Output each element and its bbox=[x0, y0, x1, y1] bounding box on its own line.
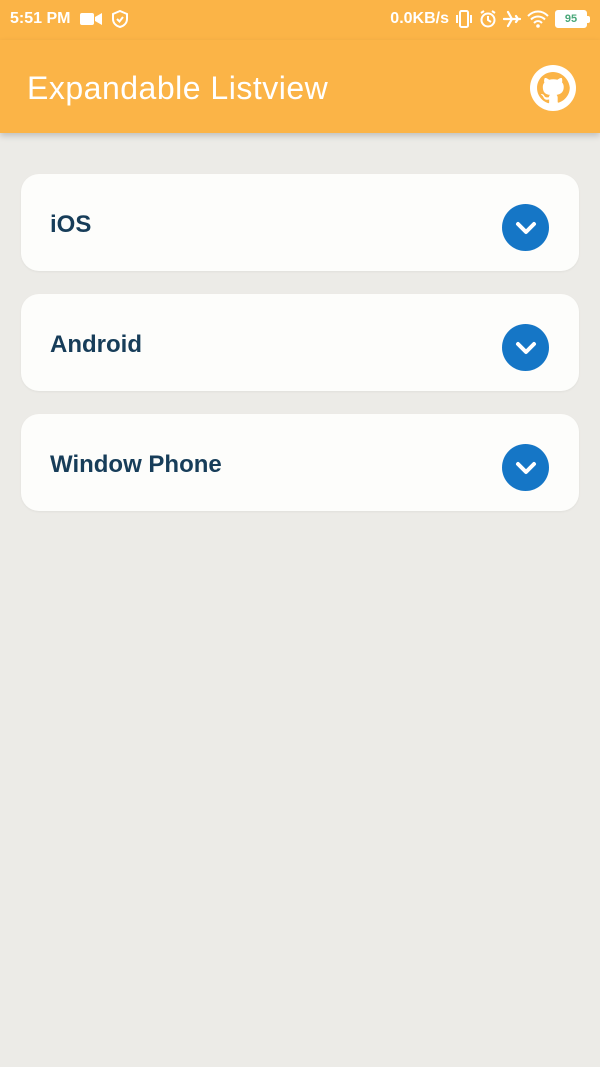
network-speed: 0.0KB/s bbox=[390, 10, 449, 27]
list-item-ios[interactable]: iOS bbox=[21, 174, 579, 271]
airplane-icon bbox=[503, 10, 521, 28]
wifi-icon bbox=[527, 10, 549, 28]
page-title: Expandable Listview bbox=[27, 70, 329, 106]
status-time: 5:51 PM bbox=[10, 10, 71, 27]
alarm-icon bbox=[479, 10, 497, 28]
status-bar: 5:51 PM 0.0KB/s 95 bbox=[0, 0, 600, 40]
vibrate-icon bbox=[455, 10, 473, 28]
battery-level: 95 bbox=[555, 10, 587, 28]
video-camera-icon bbox=[80, 12, 103, 26]
battery-icon: 95 bbox=[555, 10, 590, 28]
expandable-list: iOS Android Window Phone bbox=[21, 174, 579, 534]
github-icon[interactable] bbox=[530, 65, 576, 111]
list-item-label: Window Phone bbox=[50, 451, 222, 478]
chevron-down-icon[interactable] bbox=[502, 324, 549, 371]
list-item-android[interactable]: Android bbox=[21, 294, 579, 391]
shield-check-icon bbox=[112, 10, 129, 28]
list-item-label: Android bbox=[50, 331, 142, 358]
app-bar: Expandable Listview bbox=[0, 40, 600, 133]
list-item-label: iOS bbox=[50, 211, 92, 238]
chevron-down-icon[interactable] bbox=[502, 204, 549, 251]
chevron-down-icon[interactable] bbox=[502, 444, 549, 491]
list-item-window-phone[interactable]: Window Phone bbox=[21, 414, 579, 511]
